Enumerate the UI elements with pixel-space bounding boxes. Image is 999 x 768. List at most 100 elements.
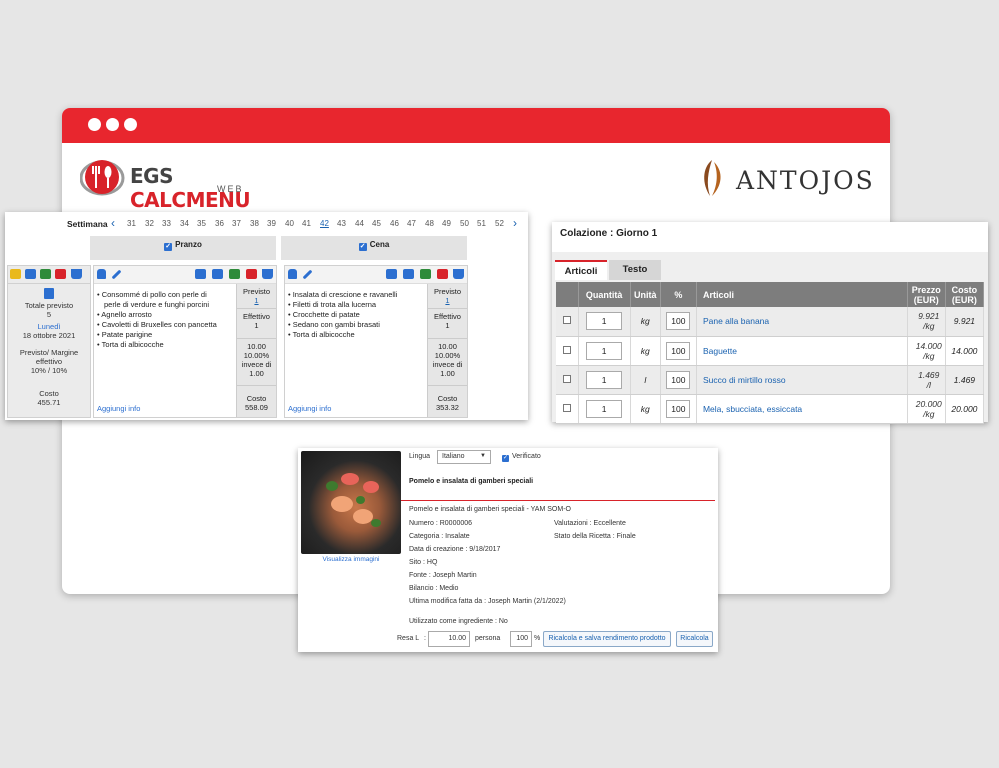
week-number[interactable]: 31 [127,219,136,228]
row-checkbox[interactable] [562,316,571,325]
previsto-link[interactable]: 1 [429,296,466,305]
article-link[interactable]: Mela, sbucciata, essiccata [696,394,908,424]
article-link[interactable]: Baguette [696,336,908,366]
yield-label: Resa L [397,635,420,642]
meal-header-cena[interactable]: ✓ Cena [281,236,467,260]
week-number[interactable]: 35 [197,219,206,228]
add-info-link[interactable]: Aggiungi info [288,404,331,413]
list-item: perle di verdure e funghi porcini [104,300,210,309]
lock-icon[interactable] [97,269,106,279]
quantity-input[interactable]: 1 [586,341,623,360]
recalculate-button[interactable]: Ricalcola [676,631,713,647]
row-checkbox[interactable] [562,403,571,412]
week-number-active[interactable]: 42 [320,219,329,228]
copy-icon[interactable] [386,269,397,279]
article-link[interactable]: Pane alla banana [696,307,908,337]
chevron-left-icon[interactable]: ‹ [111,216,115,230]
percent-input[interactable]: 100 [666,341,691,360]
logo-emblem-icon [79,160,125,196]
chevron-right-icon[interactable]: › [513,216,517,230]
print-yellow-icon[interactable] [10,269,21,279]
week-number[interactable]: 36 [215,219,224,228]
quantity-input[interactable]: 1 [586,312,623,331]
table-row: 1 kg 100 Baguette 14.000/kg 14.000 [556,336,985,366]
window-dot-icon[interactable] [88,118,101,131]
week-number[interactable]: 37 [232,219,241,228]
cart-icon[interactable] [71,269,82,279]
week-number[interactable]: 50 [460,219,469,228]
checkbox-checked-icon[interactable]: ✓ [358,243,367,251]
print-blue-icon[interactable] [403,269,414,279]
window-dot-icon[interactable] [124,118,137,131]
week-number[interactable]: 45 [372,219,381,228]
week-number[interactable]: 47 [407,219,416,228]
week-number[interactable]: 51 [477,219,486,228]
week-number[interactable]: 40 [285,219,294,228]
tab-articoli[interactable]: Articoli [555,260,607,280]
title-divider [401,500,715,501]
week-number[interactable]: 46 [390,219,399,228]
print-blue-icon[interactable] [212,269,223,279]
week-number[interactable]: 43 [337,219,346,228]
copy-icon[interactable] [195,269,206,279]
language-select[interactable]: Italiano ▼ [437,450,491,464]
checkbox-checked-icon[interactable]: ✓ [502,455,509,462]
window-dot-icon[interactable] [106,118,119,131]
row-checkbox[interactable] [562,345,571,354]
recipe-number: Numero : R0000006 [409,520,473,527]
week-number[interactable]: 49 [442,219,451,228]
percent-input[interactable]: 100 [510,631,532,647]
total-value: 5 [46,310,52,319]
article-link[interactable]: Succo di mirtillo rosso [696,365,908,395]
lock-icon[interactable] [288,269,297,279]
previsto-link[interactable]: 1 [238,296,275,305]
week-number[interactable]: 32 [145,219,154,228]
week-number[interactable]: 33 [162,219,171,228]
print-red-icon[interactable] [55,269,66,279]
day-link[interactable]: Lunedì [8,322,90,331]
list-item: • Cavoletti di Bruxelles con pancetta [97,320,217,329]
print-green-icon[interactable] [420,269,431,279]
week-number[interactable]: 52 [495,219,504,228]
week-number[interactable]: 34 [180,219,189,228]
week-number[interactable]: 39 [267,219,276,228]
cost-section: Costo 558.09 [245,394,268,412]
pencil-icon[interactable] [302,269,313,280]
week-number[interactable]: 44 [355,219,364,228]
row-checkbox[interactable] [562,374,571,383]
copy-icon[interactable] [8,288,90,301]
week-number[interactable]: 41 [302,219,311,228]
pencil-icon[interactable] [111,269,122,280]
articles-table: Quantità Unità % Articoli Prezzo (EUR) C… [556,282,985,424]
week-number[interactable]: 38 [250,219,259,228]
week-number[interactable]: 48 [425,219,434,228]
view-images-link[interactable]: Visualizza immagini [301,556,401,563]
tab-testo[interactable]: Testo [609,260,661,280]
verified-checkbox[interactable]: ✓ Verificato [502,453,541,462]
print-red-icon[interactable] [246,269,257,279]
quantity-input[interactable]: 1 [586,399,623,418]
percent-input[interactable]: 100 [666,399,691,418]
total-label: Totale previsto [24,301,74,310]
cost-section: Costo 353.32 [436,394,459,412]
percent-input[interactable]: 100 [666,312,691,331]
meal-header-pranzo[interactable]: ✓ Pranzo [90,236,276,260]
recalculate-save-button[interactable]: Ricalcola e salva rendimento prodotto [543,631,671,647]
cart-icon[interactable] [453,269,464,279]
print-blue-icon[interactable] [25,269,36,279]
cart-icon[interactable] [262,269,273,279]
checkbox-checked-icon[interactable]: ✓ [164,243,173,251]
yield-input[interactable]: 10.00 [428,631,470,647]
weekly-menu-panel: Settimana ‹ 31 32 33 34 35 36 37 38 39 4… [5,212,528,420]
cost-label: Costo [39,389,59,398]
week-label: Settimana [67,219,108,229]
print-green-icon[interactable] [229,269,240,279]
percent-input[interactable]: 100 [666,370,691,389]
meal-items-list: • Insalata di crescione e ravanelli • Fi… [288,290,397,340]
recipe-photo[interactable] [301,451,401,554]
print-red-icon[interactable] [437,269,448,279]
print-green-icon[interactable] [40,269,51,279]
quantity-input[interactable]: 1 [586,370,623,389]
add-info-link[interactable]: Aggiungi info [97,404,140,413]
column-header: Unità [630,282,661,307]
